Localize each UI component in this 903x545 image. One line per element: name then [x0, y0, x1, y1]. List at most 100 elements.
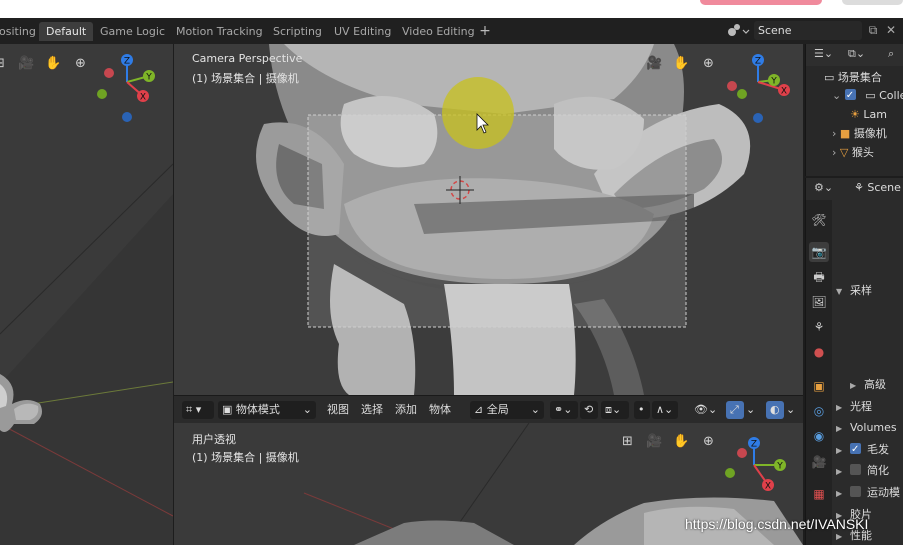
snap-icon[interactable]: ⟲: [580, 401, 598, 419]
scene-name-field[interactable]: Scene: [754, 21, 862, 40]
tab-video-editing[interactable]: Video Editing: [395, 22, 482, 41]
scene-collection-icon: ▭: [824, 71, 835, 84]
chevron-down-icon[interactable]: ⌄: [746, 401, 760, 419]
bottom-axis-gizmo[interactable]: Z Y X: [725, 429, 796, 503]
chevron-down-icon[interactable]: ⌄: [786, 401, 800, 419]
falloff-button[interactable]: ∧⌄: [652, 401, 678, 419]
orientation-label: 全局: [486, 403, 509, 416]
tab-scripting[interactable]: Scripting: [266, 22, 329, 41]
editor-type-icon[interactable]: ⚙⌄: [814, 181, 833, 194]
bottom-viewport-title: 用户透视: [192, 433, 236, 446]
camera-axis-gizmo[interactable]: Z Y X: [726, 50, 796, 124]
tab-game-logic[interactable]: Game Logic: [93, 22, 172, 41]
y-axis-label: Y: [776, 462, 783, 472]
visibility-button[interactable]: 👁⌄: [694, 401, 724, 419]
mode-select[interactable]: ▣ 物体模式 ⌄: [218, 401, 316, 419]
x-axis-label: X: [140, 93, 146, 103]
filter-icon[interactable]: ⧉⌄: [848, 47, 865, 61]
watermark-text: https://blog.csdn.net/IVANSKI: [685, 516, 869, 532]
hand-pan-icon[interactable]: ✋: [668, 56, 695, 71]
menu-object[interactable]: 物体: [429, 401, 451, 419]
tab-default[interactable]: Default: [39, 22, 94, 41]
z-axis-label: Z: [755, 57, 761, 67]
camera-viewport[interactable]: Camera Perspective (1) 场景集合 | 摄像机 🎥 ✋ ⊕ Z …: [174, 44, 803, 395]
section-light-paths[interactable]: ▶ 光程: [836, 397, 872, 416]
outliner-item-collection[interactable]: ⌄ ▭ Colle: [832, 86, 903, 105]
motion-blur-checkbox[interactable]: [850, 486, 861, 497]
expand-icon[interactable]: ⌄: [832, 89, 841, 102]
menu-add[interactable]: 添加: [395, 401, 417, 419]
hand-pan-icon[interactable]: ✋: [668, 434, 695, 449]
world-tab-icon[interactable]: ●: [809, 342, 829, 362]
close-icon[interactable]: ✕: [882, 21, 900, 40]
outliner-panel[interactable]: ☰⌄ ⧉⌄ ⌕ ▭ 场景集合 ⌄ ▭ Colle ☀ Lam › ■ 摄像机 ›…: [805, 44, 903, 176]
menu-select[interactable]: 选择: [361, 401, 383, 419]
zoom-icon[interactable]: ⊕: [695, 434, 722, 449]
zoom-icon[interactable]: ⊕: [695, 56, 722, 71]
left-viewport[interactable]: ⊞🎥✋⊕ Z Y X: [0, 44, 173, 545]
tab-motion-tracking[interactable]: Motion Tracking: [169, 22, 270, 41]
tool-tab-icon[interactable]: 🛠: [809, 210, 829, 230]
copy-icon[interactable]: ⧉: [864, 21, 882, 40]
chevron-down-icon: ⌄: [302, 403, 312, 416]
outliner-item-light[interactable]: ☀ Lam: [850, 105, 887, 124]
scene-tab-icon[interactable]: ⚘: [809, 317, 829, 337]
grid-icon[interactable]: ⊞: [0, 56, 13, 71]
gizmo-toggle-icon[interactable]: ⤢: [726, 401, 744, 419]
outliner-item-monkey[interactable]: › ▽ 猴头: [832, 143, 874, 162]
cone-icon: ▽: [839, 146, 849, 159]
texture-tab-icon[interactable]: ▦: [809, 484, 829, 504]
expand-icon[interactable]: ›: [832, 127, 836, 140]
camera-view-icon[interactable]: 🎥: [641, 434, 668, 449]
outliner-root[interactable]: ▭ 场景集合: [824, 68, 882, 87]
highlight-tab[interactable]: [700, 0, 822, 5]
grey-tab[interactable]: [842, 0, 903, 5]
bottom-viewport-subtitle: (1) 场景集合 | 摄像机: [192, 451, 299, 464]
include-checkbox[interactable]: [844, 86, 856, 105]
simplify-checkbox[interactable]: [850, 464, 861, 475]
outliner-item-camera[interactable]: › ■ 摄像机: [832, 124, 887, 143]
viewport-header: ⌗ ▾ ▣ 物体模式 ⌄ 视图 选择 添加 物体 ⊿ 全局 ⌄ ⚭⌄ ⟲ ⧈⌄ …: [174, 395, 803, 423]
particles-tab-icon[interactable]: ◉: [809, 426, 829, 446]
pivot-button[interactable]: ⚭⌄: [550, 401, 578, 419]
scene-context: ⚘ Scene: [854, 181, 901, 194]
transform-orientation-select[interactable]: ⊿ 全局 ⌄: [470, 401, 544, 419]
grid-icon[interactable]: ⊞: [614, 434, 641, 449]
section-sampling[interactable]: ▼ 采样: [836, 281, 872, 300]
section-hair[interactable]: ▶毛发: [836, 440, 889, 459]
overlay-toggle-icon[interactable]: ◐: [766, 401, 784, 419]
section-motion-blur[interactable]: ▶ 运动模: [836, 483, 900, 502]
tab-compositing[interactable]: ositing: [0, 22, 43, 41]
display-mode-icon[interactable]: ☰⌄: [814, 47, 833, 60]
view-layer-tab-icon[interactable]: 🖼: [809, 292, 829, 312]
outliner-header: ☰⌄ ⧉⌄ ⌕: [806, 44, 903, 66]
camera-view-icon[interactable]: 🎥: [641, 56, 668, 71]
render-tab-icon[interactable]: 📷: [809, 242, 829, 262]
editor-type-button[interactable]: ⌗ ▾: [182, 401, 214, 419]
output-tab-icon[interactable]: 🖶: [809, 267, 829, 287]
section-volumes[interactable]: ▶ Volumes: [836, 418, 897, 437]
add-workspace-button[interactable]: +: [476, 22, 494, 41]
section-simplify[interactable]: ▶ 简化: [836, 461, 889, 480]
expand-icon[interactable]: ›: [832, 146, 836, 159]
snap-target-button[interactable]: ⧈⌄: [601, 401, 629, 419]
section-advanced[interactable]: ▶ 高级: [850, 375, 886, 394]
properties-panel[interactable]: ⚙⌄ ⚘ Scene 🛠 📷 🖶 🖼 ⚘ ● ▣ ◎ ◉ 🎥 ▦ ▼ 采样 ▶ 高级…: [805, 178, 903, 545]
camera-view-icon[interactable]: 🎥: [13, 56, 40, 71]
menu-view[interactable]: 视图: [327, 401, 349, 419]
modifier-tab-icon[interactable]: ◎: [809, 401, 829, 421]
object-tab-icon[interactable]: ▣: [809, 376, 829, 396]
properties-tab-strip: 🛠 📷 🖶 🖼 ⚘ ● ▣ ◎ ◉ 🎥 ▦: [806, 200, 832, 545]
monkey-scene: [174, 44, 803, 395]
zoom-icon[interactable]: ⊕: [67, 56, 94, 71]
z-axis-label: Z: [751, 440, 757, 450]
physics-tab-icon[interactable]: 🎥: [809, 452, 829, 472]
hair-checkbox[interactable]: [850, 440, 861, 459]
camera-icon: ■: [839, 127, 851, 140]
scene-selector-icon[interactable]: [724, 22, 754, 41]
left-axis-gizmo[interactable]: Z Y X: [95, 50, 165, 124]
hand-pan-icon[interactable]: ✋: [40, 56, 67, 71]
proportional-edit-icon[interactable]: •: [634, 401, 650, 419]
search-icon[interactable]: ⌕: [888, 47, 894, 61]
tab-uv-editing[interactable]: UV Editing: [327, 22, 398, 41]
